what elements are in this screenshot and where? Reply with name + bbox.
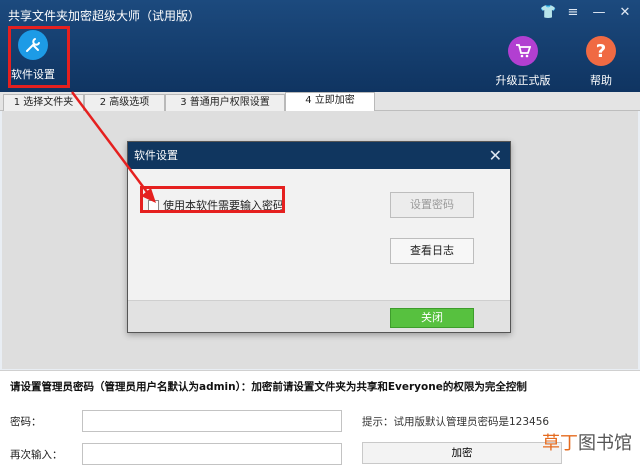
tab-encrypt-now[interactable]: 4 立即加密 bbox=[285, 92, 375, 112]
password-label: 密码： bbox=[10, 416, 42, 428]
window-controls: 👕 ≡ — ✕ bbox=[540, 6, 632, 20]
question-icon: ? bbox=[586, 36, 616, 66]
confirm-password-label: 再次输入： bbox=[10, 449, 63, 461]
set-password-button[interactable]: 设置密码 bbox=[390, 192, 474, 218]
tab-select-folder[interactable]: 1 选择文件夹 bbox=[3, 94, 84, 111]
form-notice: 请设置管理员密码（管理员用户名默认为admin）：加密前请设置文件夹为共享和Ev… bbox=[10, 381, 527, 393]
watermark-rest: 图书馆 bbox=[578, 433, 632, 454]
watermark: 草丁图书馆 bbox=[542, 429, 632, 455]
help-label: 帮助 bbox=[590, 74, 612, 87]
help-button[interactable]: ? 帮助 bbox=[571, 36, 631, 88]
app-title: 共享文件夹加密超级大师（试用版） bbox=[8, 9, 201, 23]
password-input[interactable] bbox=[82, 410, 342, 432]
admin-password-form: 请设置管理员密码（管理员用户名默认为admin）：加密前请设置文件夹为共享和Ev… bbox=[0, 370, 640, 474]
tab-bar: 1 选择文件夹 2 高级选项 3 普通用户权限设置 4 立即加密 bbox=[0, 92, 640, 112]
tab-permissions[interactable]: 3 普通用户权限设置 bbox=[165, 94, 285, 111]
menu-icon[interactable]: ≡ bbox=[566, 6, 580, 20]
settings-dialog: 软件设置 ✕ 使用本软件需要输入密码 设置密码 查看日志 关闭 bbox=[127, 141, 511, 333]
checkbox-highlight-box bbox=[140, 186, 285, 213]
minimize-icon[interactable]: — bbox=[592, 6, 606, 20]
upgrade-label: 升级正式版 bbox=[495, 74, 551, 87]
hint-text: 提示：试用版默认管理员密码是123456 bbox=[362, 416, 550, 428]
dialog-close-button[interactable]: 关闭 bbox=[390, 308, 474, 328]
watermark-brand: 草丁 bbox=[542, 433, 578, 454]
confirm-password-input[interactable] bbox=[82, 443, 342, 465]
highlight-box bbox=[8, 26, 70, 88]
skin-icon[interactable]: 👕 bbox=[540, 6, 556, 20]
upgrade-button[interactable]: 升级正式版 bbox=[493, 36, 553, 88]
close-icon[interactable]: ✕ bbox=[618, 6, 632, 20]
encrypt-button[interactable]: 加密 bbox=[362, 442, 562, 464]
dialog-close-icon[interactable]: ✕ bbox=[489, 142, 502, 169]
view-log-button[interactable]: 查看日志 bbox=[390, 238, 474, 264]
dialog-titlebar: 软件设置 ✕ bbox=[128, 142, 510, 169]
dialog-title: 软件设置 bbox=[134, 149, 178, 162]
tab-advanced[interactable]: 2 高级选项 bbox=[84, 94, 165, 111]
app-header: 共享文件夹加密超级大师（试用版） 👕 ≡ — ✕ 软件设置 升级正式版 ? 帮助 bbox=[0, 0, 640, 92]
cart-icon bbox=[508, 36, 538, 66]
